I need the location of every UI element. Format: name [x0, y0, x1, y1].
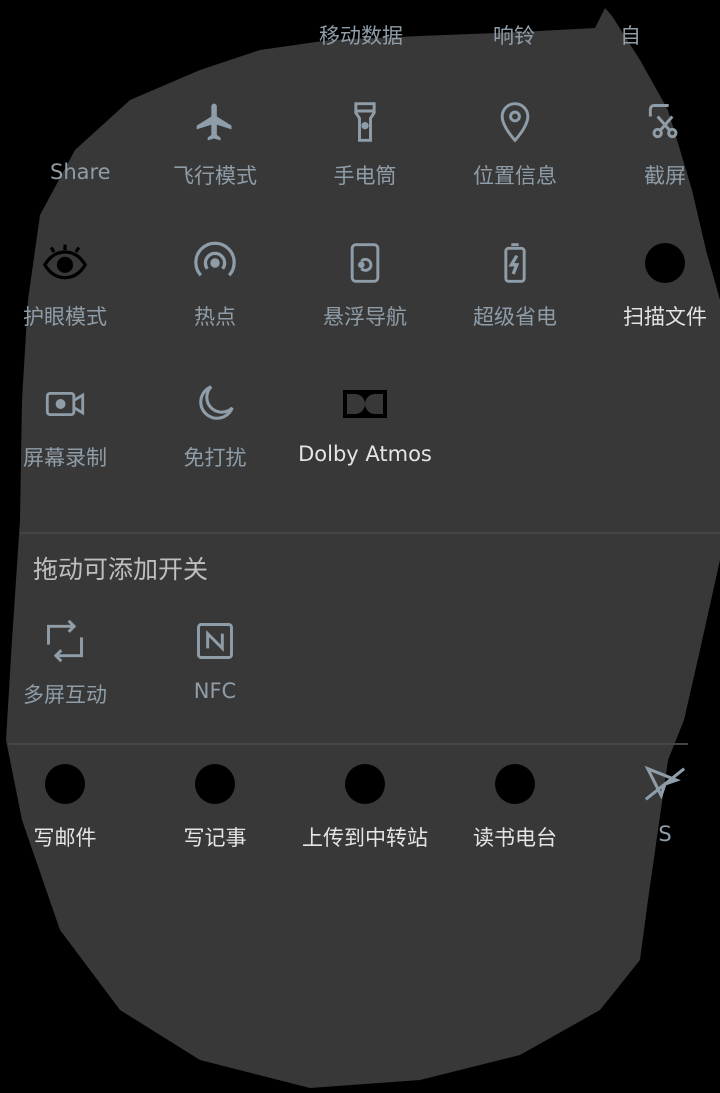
tile-label: S — [658, 822, 672, 846]
tile-flashlight[interactable]: 手电筒 — [290, 98, 440, 228]
tile-screen-record[interactable]: 屏幕录制 — [0, 380, 140, 510]
reading-radio-icon — [491, 760, 539, 808]
sync-off-icon — [641, 760, 689, 808]
tile-nfc[interactable]: NFC — [140, 617, 290, 747]
tile-screenshot[interactable]: 截屏 — [590, 98, 720, 228]
tile-label: 位置信息 — [473, 164, 557, 188]
tile-label-ringer[interactable]: 响铃 — [493, 20, 535, 50]
tile-label: 手电筒 — [333, 164, 397, 188]
section-divider — [8, 743, 688, 745]
location-icon — [491, 98, 539, 146]
tile-label: 超级省电 — [473, 305, 557, 329]
screenshot-icon — [641, 98, 689, 146]
tile-label: 读书电台 — [473, 826, 557, 850]
tile-label: 写记事 — [183, 826, 247, 850]
tile-label: 上传到中转站 — [302, 826, 428, 850]
tile-label: 扫描文件 — [623, 305, 707, 329]
tile-label: 免打扰 — [183, 446, 247, 470]
moon-icon — [191, 380, 239, 428]
tile-label: Share — [50, 160, 111, 184]
hotspot-icon — [191, 239, 239, 287]
compose-mail-icon — [41, 760, 89, 808]
section-divider — [20, 532, 720, 534]
scan-file-icon — [641, 239, 689, 287]
add-switch-section-title: 拖动可添加开关 — [33, 555, 209, 584]
tile-super-power-saving[interactable]: 超级省电 — [440, 239, 590, 369]
tile-label: 热点 — [194, 305, 236, 329]
tile-label: 写邮件 — [33, 826, 97, 850]
tile-label: 悬浮导航 — [323, 305, 407, 329]
tile-airplane-mode[interactable]: 飞行模式 — [140, 98, 290, 228]
tile-eye-care[interactable]: 护眼模式 — [0, 239, 140, 369]
tile-label: Dolby Atmos — [298, 442, 432, 466]
dolby-icon — [341, 380, 389, 428]
tile-label: 护眼模式 — [23, 305, 107, 329]
upload-relay-icon — [341, 760, 389, 808]
tile-label: NFC — [193, 679, 237, 703]
tile-label-mobile-data[interactable]: 移动数据 — [319, 20, 403, 50]
tile-compose-note[interactable]: 写记事 — [140, 760, 290, 890]
tile-label: 飞行模式 — [173, 164, 257, 188]
tile-multi-screen[interactable]: 多屏互动 — [0, 617, 140, 747]
flashlight-icon — [341, 98, 389, 146]
compose-note-icon — [191, 760, 239, 808]
tile-do-not-disturb[interactable]: 免打扰 — [140, 380, 290, 510]
airplane-icon — [191, 98, 239, 146]
tile-dolby-atmos[interactable]: Dolby Atmos — [290, 380, 440, 510]
multiscreen-icon — [41, 617, 89, 665]
eye-icon — [41, 239, 89, 287]
battery-saver-icon — [491, 239, 539, 287]
tile-label: 截屏 — [644, 164, 686, 188]
tile-upload-relay[interactable]: 上传到中转站 — [290, 760, 440, 890]
nfc-icon — [191, 617, 239, 665]
tile-hotspot[interactable]: 热点 — [140, 239, 290, 369]
tile-location[interactable]: 位置信息 — [440, 98, 590, 228]
screen-record-icon — [41, 380, 89, 428]
tile-scan-file[interactable]: 扫描文件 — [590, 239, 720, 369]
tile-label: 多屏互动 — [23, 683, 107, 707]
tile-label-auto[interactable]: 自 — [620, 20, 641, 50]
tile-floating-nav[interactable]: 悬浮导航 — [290, 239, 440, 369]
tile-share[interactable]: Share — [0, 98, 140, 228]
floating-nav-icon — [341, 239, 389, 287]
tile-sync-off[interactable]: S — [590, 760, 720, 890]
tile-compose-mail[interactable]: 写邮件 — [0, 760, 140, 890]
tile-reading-radio[interactable]: 读书电台 — [440, 760, 590, 890]
tile-label: 屏幕录制 — [23, 446, 107, 470]
